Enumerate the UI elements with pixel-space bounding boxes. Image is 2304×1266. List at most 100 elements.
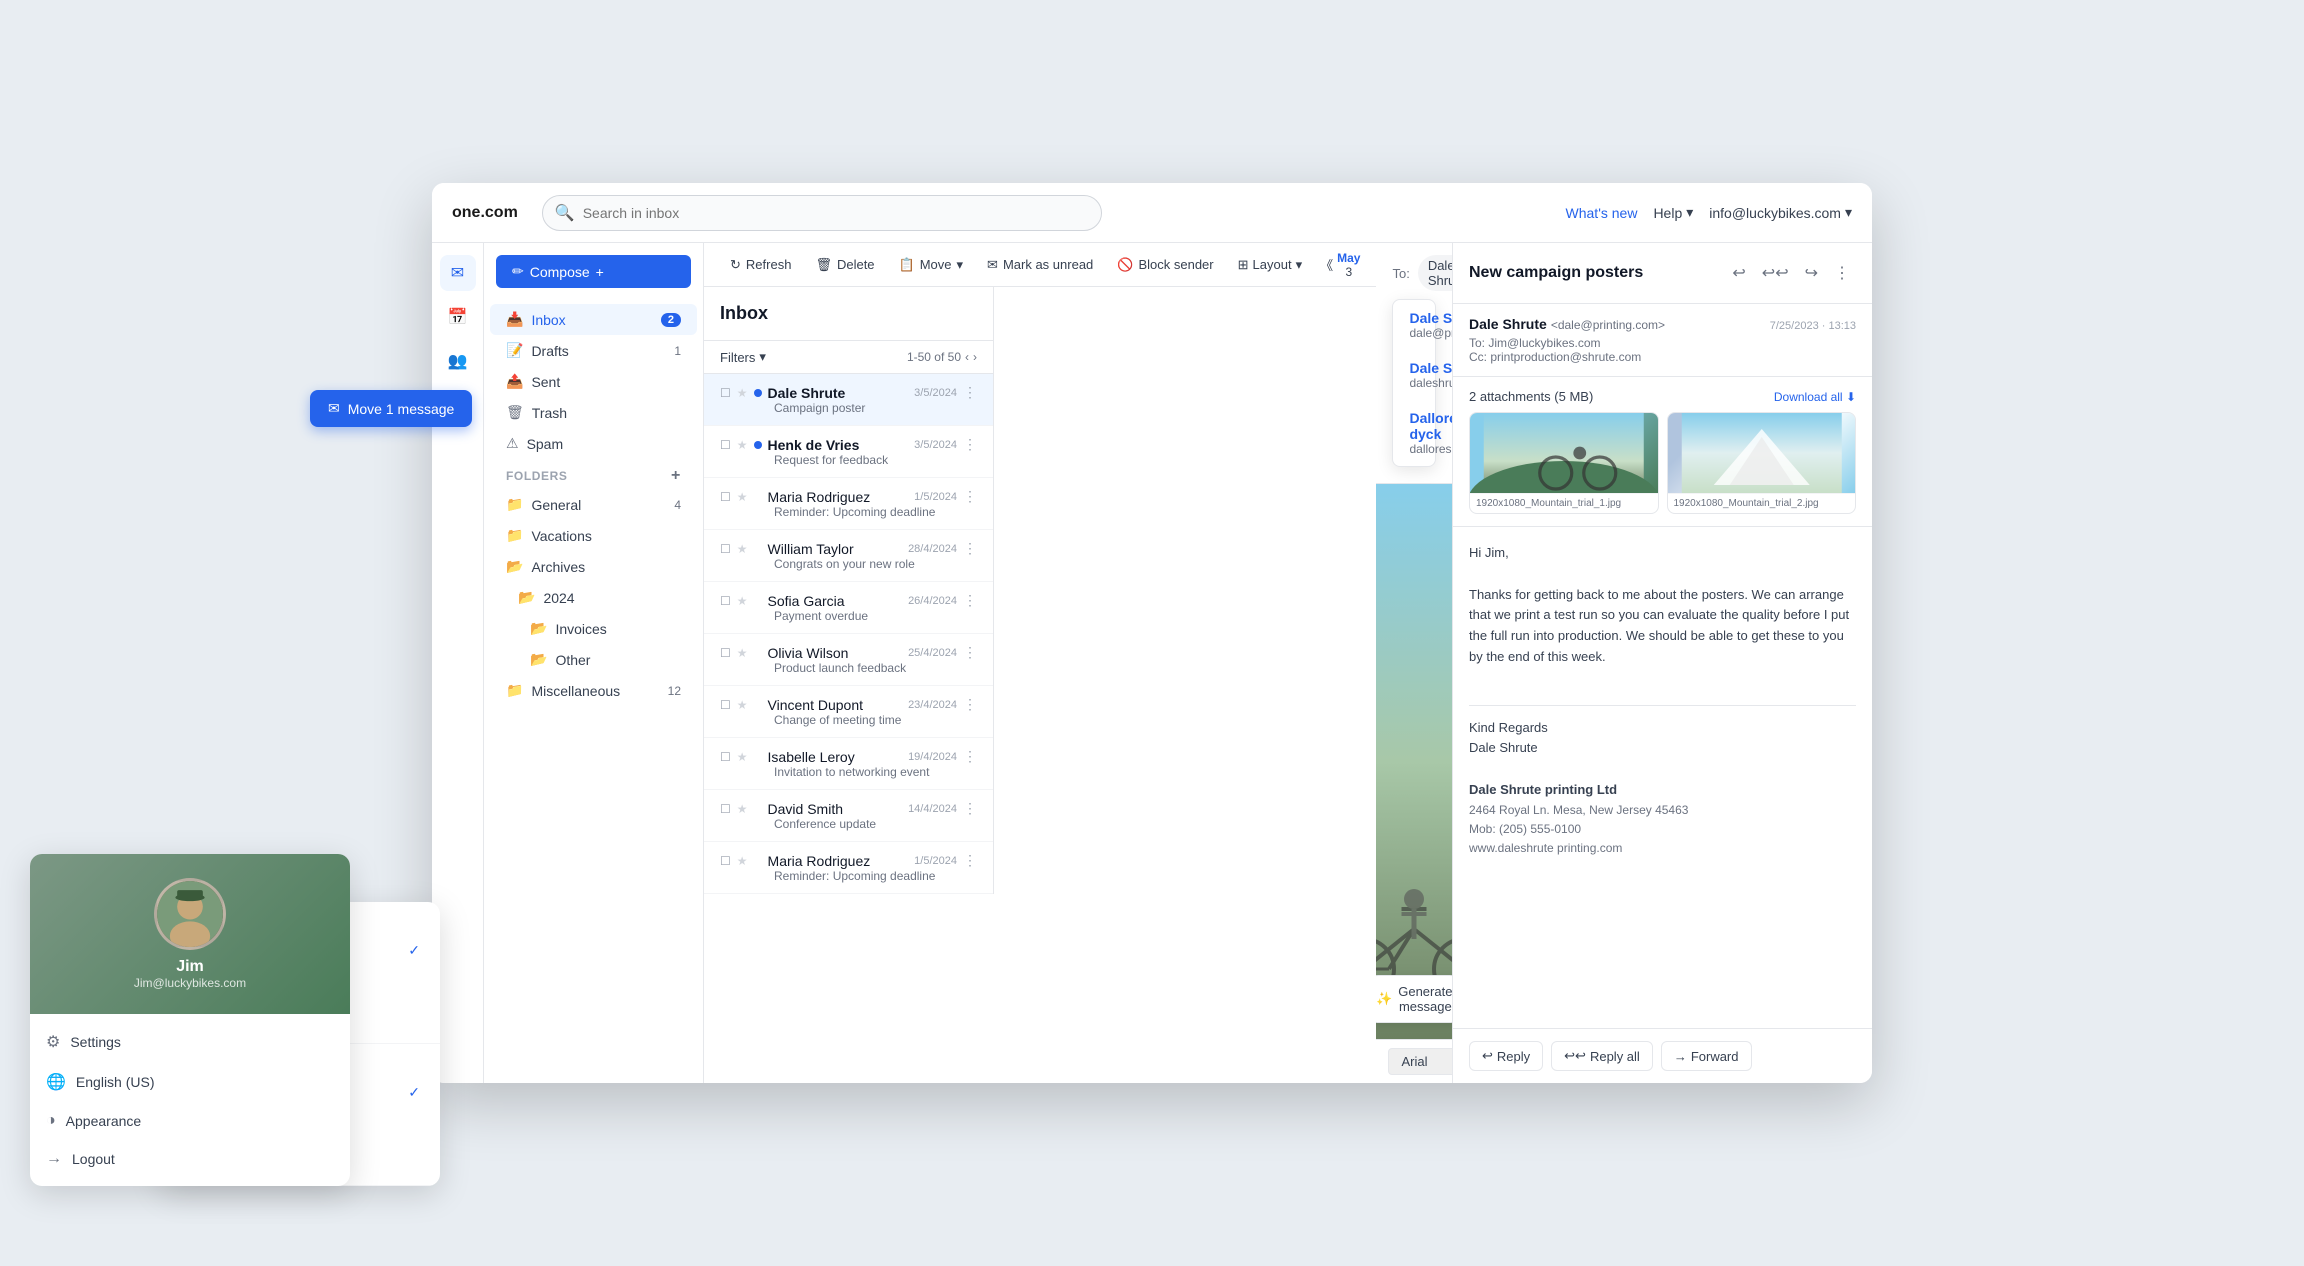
forward-button[interactable]: → Forward xyxy=(1661,1041,1752,1071)
reply-all-button[interactable]: ↩↩ Reply all xyxy=(1551,1041,1653,1071)
move-tooltip[interactable]: Move 1 message xyxy=(310,390,472,427)
reply-action-icon[interactable]: ↩ xyxy=(1726,259,1751,287)
email-more-icon[interactable]: ⋮ xyxy=(963,592,977,609)
next-page-icon[interactable]: › xyxy=(973,350,977,364)
email-more-icon[interactable]: ⋮ xyxy=(963,800,977,817)
star-icon[interactable]: ★ xyxy=(737,698,748,712)
sidebar-item-miscellaneous[interactable]: 📁 Miscellaneous 12 xyxy=(490,675,697,706)
email-checkbox[interactable]: ☐ xyxy=(720,594,731,608)
star-icon[interactable]: ★ xyxy=(737,750,748,764)
email-item[interactable]: ☐ ★ Isabelle Leroy 19/4/2024 ⋮ Invitatio… xyxy=(704,738,993,790)
star-icon[interactable]: ★ xyxy=(737,542,748,556)
sidebar-item-other[interactable]: 📂 Other xyxy=(490,644,697,675)
email-item[interactable]: ☐ ★ William Taylor 28/4/2024 ⋮ Congrats … xyxy=(704,530,993,582)
sidebar-item-inbox[interactable]: 📥 Inbox 2 xyxy=(490,304,697,335)
icon-bar-mail[interactable]: ✉ xyxy=(440,255,476,291)
settings-menu-item[interactable]: ⚙ Settings xyxy=(30,1022,350,1062)
star-icon[interactable]: ★ xyxy=(737,646,748,660)
attachment-1[interactable]: 1920x1080_Mountain_trial_1.jpg xyxy=(1469,412,1659,514)
logout-menu-item[interactable]: → Logout xyxy=(30,1140,350,1178)
email-list-header: Inbox xyxy=(704,287,993,341)
sidebar-item-sent[interactable]: 📤 Sent xyxy=(490,366,697,397)
email-checkbox[interactable]: ☐ xyxy=(720,802,731,816)
compose-icon: ✏ xyxy=(512,263,524,280)
refresh-button[interactable]: ↻ Refresh xyxy=(720,251,801,279)
email-more-icon[interactable]: ⋮ xyxy=(963,488,977,505)
recipient-option[interactable]: Dale Shrute daleshrute@mail.com xyxy=(1393,350,1435,400)
email-checkbox[interactable]: ☐ xyxy=(720,698,731,712)
prev-page-icon[interactable]: ‹ xyxy=(965,350,969,364)
whats-new-link[interactable]: What's new xyxy=(1566,205,1638,221)
add-folder-button[interactable]: + xyxy=(671,467,681,485)
forward-action-icon[interactable]: ↪ xyxy=(1799,259,1824,287)
star-icon[interactable]: ★ xyxy=(737,854,748,868)
sidebar-item-drafts[interactable]: 📝 Drafts 1 xyxy=(490,335,697,366)
move-button[interactable]: 📋 Move ▾ xyxy=(889,251,974,279)
attachment-2[interactable]: 1920x1080_Mountain_trial_2.jpg xyxy=(1667,412,1857,514)
email-checkbox[interactable]: ☐ xyxy=(720,490,731,504)
recipient-info: Dale Shrute dale@printing.com xyxy=(1409,310,1452,340)
compose-content-area: ✨ Generate message xyxy=(1376,484,1452,1039)
email-checkbox[interactable]: ☐ xyxy=(720,646,731,660)
email-checkbox[interactable]: ☐ xyxy=(720,542,731,556)
download-all-button[interactable]: Download all ⬇ xyxy=(1774,390,1856,404)
email-more-icon[interactable]: ⋮ xyxy=(963,644,977,661)
email-checkbox[interactable]: ☐ xyxy=(720,386,731,400)
read-dot xyxy=(754,597,762,605)
email-more-icon[interactable]: ⋮ xyxy=(963,436,977,453)
email-item[interactable]: ☐ ★ Sofia Garcia 26/4/2024 ⋮ Payment ove… xyxy=(704,582,993,634)
email-more-icon[interactable]: ⋮ xyxy=(963,852,977,869)
icon-bar-contacts[interactable]: 👥 xyxy=(440,343,476,379)
sidebar-item-2024[interactable]: 📂 2024 xyxy=(490,582,697,613)
check-icon: ✓ xyxy=(408,942,420,959)
reply-button[interactable]: ↩ Reply xyxy=(1469,1041,1543,1071)
email-item[interactable]: ☐ ★ Henk de Vries 3/5/2024 ⋮ Request for… xyxy=(704,426,993,478)
recipient-option[interactable]: Dallores van dyck dallores@live.nl Home xyxy=(1393,400,1435,466)
sidebar-item-spam[interactable]: ⚠ Spam xyxy=(490,428,697,459)
email-item[interactable]: ☐ ★ Maria Rodriguez 1/5/2024 ⋮ Reminder:… xyxy=(704,842,993,894)
user-email-button[interactable]: info@luckybikes.com ▾ xyxy=(1709,204,1852,221)
search-bar[interactable]: 🔍 xyxy=(542,195,1102,231)
prev-date-icon[interactable]: 《 xyxy=(1320,255,1333,274)
layout-button[interactable]: ⊞ Layout ▾ xyxy=(1228,251,1312,279)
email-item[interactable]: ☐ ★ David Smith 14/4/2024 ⋮ Conference u… xyxy=(704,790,993,842)
email-checkbox[interactable]: ☐ xyxy=(720,854,731,868)
search-input[interactable] xyxy=(583,205,1089,221)
email-item[interactable]: ☐ ★ Olivia Wilson 25/4/2024 ⋮ Product la… xyxy=(704,634,993,686)
star-icon[interactable]: ★ xyxy=(737,594,748,608)
star-icon[interactable]: ★ xyxy=(737,490,748,504)
block-sender-button[interactable]: 🚫 Block sender xyxy=(1107,251,1223,279)
star-icon[interactable]: ★ xyxy=(737,802,748,816)
sidebar-item-general[interactable]: 📁 General 4 xyxy=(490,489,697,520)
email-item[interactable]: ☐ ★ Dale Shrute 3/5/2024 ⋮ Campaign post… xyxy=(704,374,993,426)
generate-message-button[interactable]: ✨ Generate message xyxy=(1376,975,1452,1023)
email-more-icon[interactable]: ⋮ xyxy=(963,748,977,765)
language-menu-item[interactable]: 🌐 English (US) xyxy=(30,1062,350,1102)
reply-all-action-icon[interactable]: ↩↩ xyxy=(1756,259,1795,287)
font-select[interactable]: ArialTimes New RomanHelvetica xyxy=(1388,1048,1452,1075)
email-item[interactable]: ☐ ★ Vincent Dupont 23/4/2024 ⋮ Change of… xyxy=(704,686,993,738)
compose-button[interactable]: ✏ Compose + xyxy=(496,255,691,288)
filters-button[interactable]: Filters ▾ xyxy=(720,349,766,365)
email-more-icon[interactable]: ⋮ xyxy=(963,384,977,401)
more-actions-icon[interactable]: ⋮ xyxy=(1828,259,1856,287)
email-more-icon[interactable]: ⋮ xyxy=(963,696,977,713)
icon-bar-calendar[interactable]: 📅 xyxy=(440,299,476,335)
toolbar-right: ⊞ Layout ▾ 《 May 3 xyxy=(1228,251,1361,279)
star-icon[interactable]: ★ xyxy=(737,386,748,400)
email-checkbox[interactable]: ☐ xyxy=(720,438,731,452)
sidebar-item-archives[interactable]: 📂 Archives xyxy=(490,551,697,582)
email-more-icon[interactable]: ⋮ xyxy=(963,540,977,557)
mark-unread-button[interactable]: ✉ Mark as unread xyxy=(977,251,1103,279)
star-icon[interactable]: ★ xyxy=(737,438,748,452)
recipient-option[interactable]: Dale Shrute dale@printing.com Work xyxy=(1393,300,1435,350)
sidebar-item-vacations[interactable]: 📁 Vacations xyxy=(490,520,697,551)
email-item[interactable]: ☐ ★ Maria Rodriguez 1/5/2024 ⋮ Reminder:… xyxy=(704,478,993,530)
help-button[interactable]: Help ▾ xyxy=(1653,204,1693,221)
recipient-chip[interactable]: Dale Shrute ✕ xyxy=(1418,255,1452,291)
delete-button[interactable]: 🗑 Delete xyxy=(805,251,884,279)
appearance-menu-item[interactable]: ◑ Appearance xyxy=(30,1102,350,1140)
sidebar-item-trash[interactable]: 🗑 Trash xyxy=(490,397,697,428)
sidebar-item-invoices[interactable]: 📂 Invoices xyxy=(490,613,697,644)
email-checkbox[interactable]: ☐ xyxy=(720,750,731,764)
